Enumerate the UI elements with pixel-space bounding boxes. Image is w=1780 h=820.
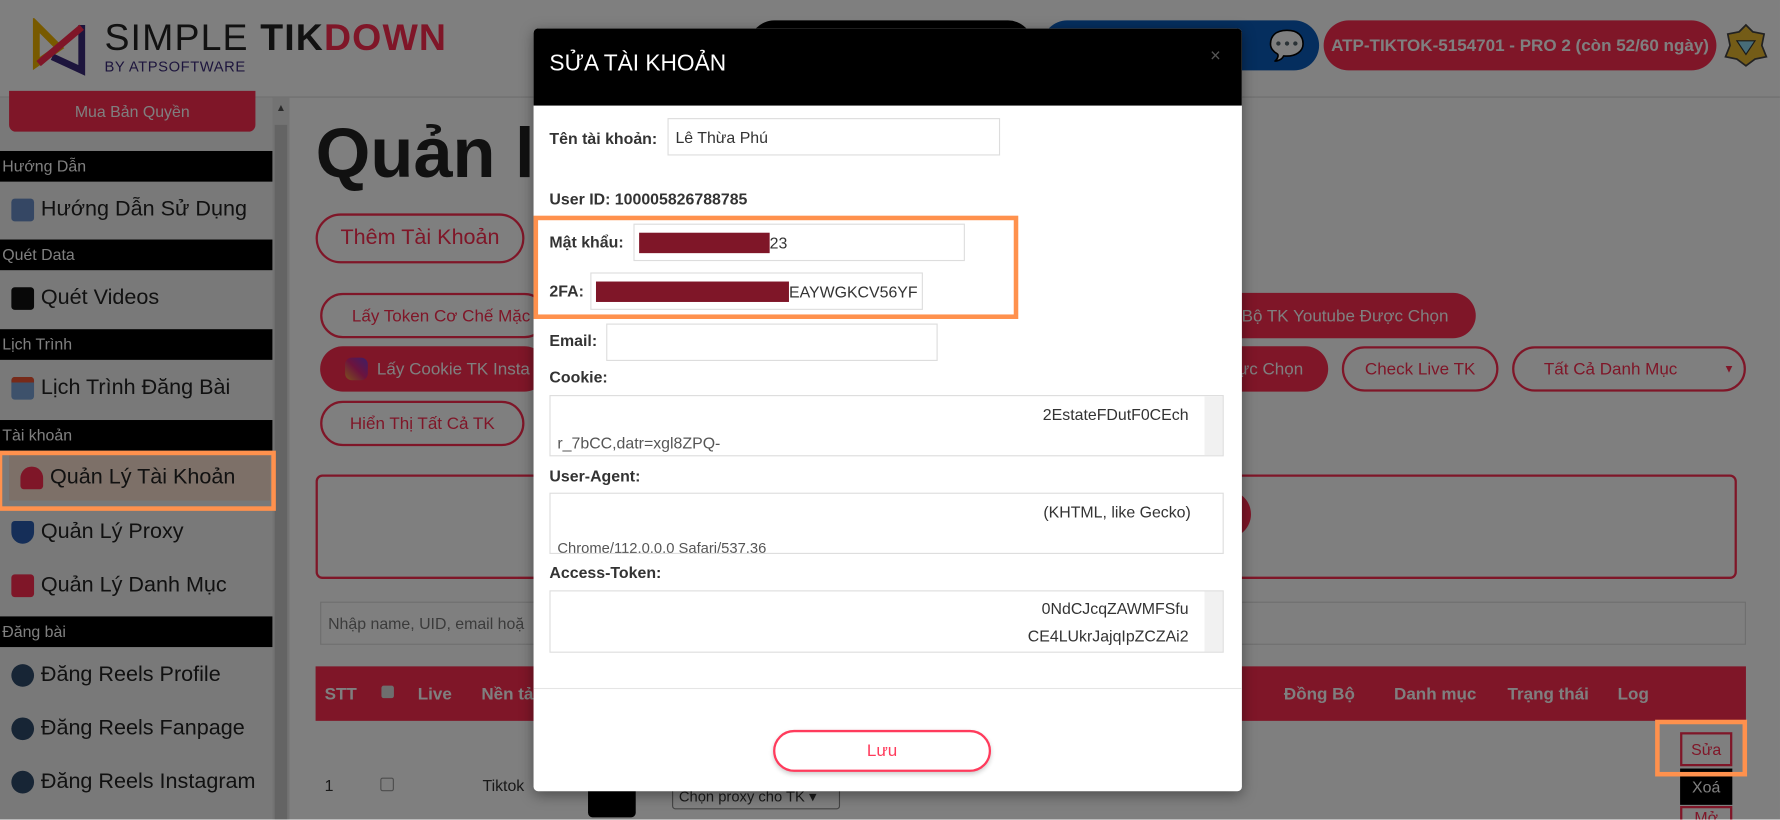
save-button[interactable]: Lưu [773,729,992,772]
textarea-scrollbar[interactable] [1204,396,1223,456]
highlight-credentials [533,215,1019,319]
access-token-label: Access-Token: [549,563,662,582]
textarea-scrollbar[interactable] [1204,591,1223,652]
user-agent-text-line: Chrome/112.0.0.0 Safari/537.36 [557,539,767,554]
user-id: User ID: 100005826788785 [549,190,747,208]
modal-title: SỬA TÀI KHOẢN [549,51,727,77]
token-text-line: 0NdCJcqZAWMFSfu [1041,599,1189,618]
user-agent-text-line: (KHTML, like Gecko) [1043,502,1191,522]
cookie-text-line: r_7bCC,datr=xgl8ZPQ- [557,433,721,452]
highlight-edit-button [1655,719,1748,777]
close-icon[interactable]: × [1210,47,1221,67]
name-label: Tên tài khoản: [549,129,658,148]
highlight-sidebar-account [0,450,276,511]
modal-divider [533,687,1242,690]
cookie-label: Cookie: [549,367,608,386]
user-id-label: User ID: [549,189,611,208]
user-agent-label: User-Agent: [549,466,641,485]
token-text-line: CE4LUkrJajqIpZCZAi2 [1027,626,1189,645]
cookie-textarea[interactable]: 2EstateFDutF0CEch r_7bCC,datr=xgl8ZPQ- [549,395,1224,457]
cookie-text-line: 2EstateFDutF0CEch [1042,405,1189,424]
name-input[interactable]: Lê Thừa Phú [667,118,1001,156]
user-id-value: 100005826788785 [614,189,748,208]
user-agent-textarea[interactable]: (KHTML, like Gecko) Chrome/112.0.0.0 Saf… [549,492,1224,554]
email-input[interactable] [606,323,938,361]
modal-header: SỬA TÀI KHOẢN × [533,28,1242,106]
edit-account-modal: SỬA TÀI KHOẢN × Tên tài khoản: Lê Thừa P… [533,28,1242,792]
email-label: Email: [549,331,598,350]
access-token-textarea[interactable]: 0NdCJcqZAWMFSfu CE4LUkrJajqIpZCZAi2 [549,590,1224,653]
